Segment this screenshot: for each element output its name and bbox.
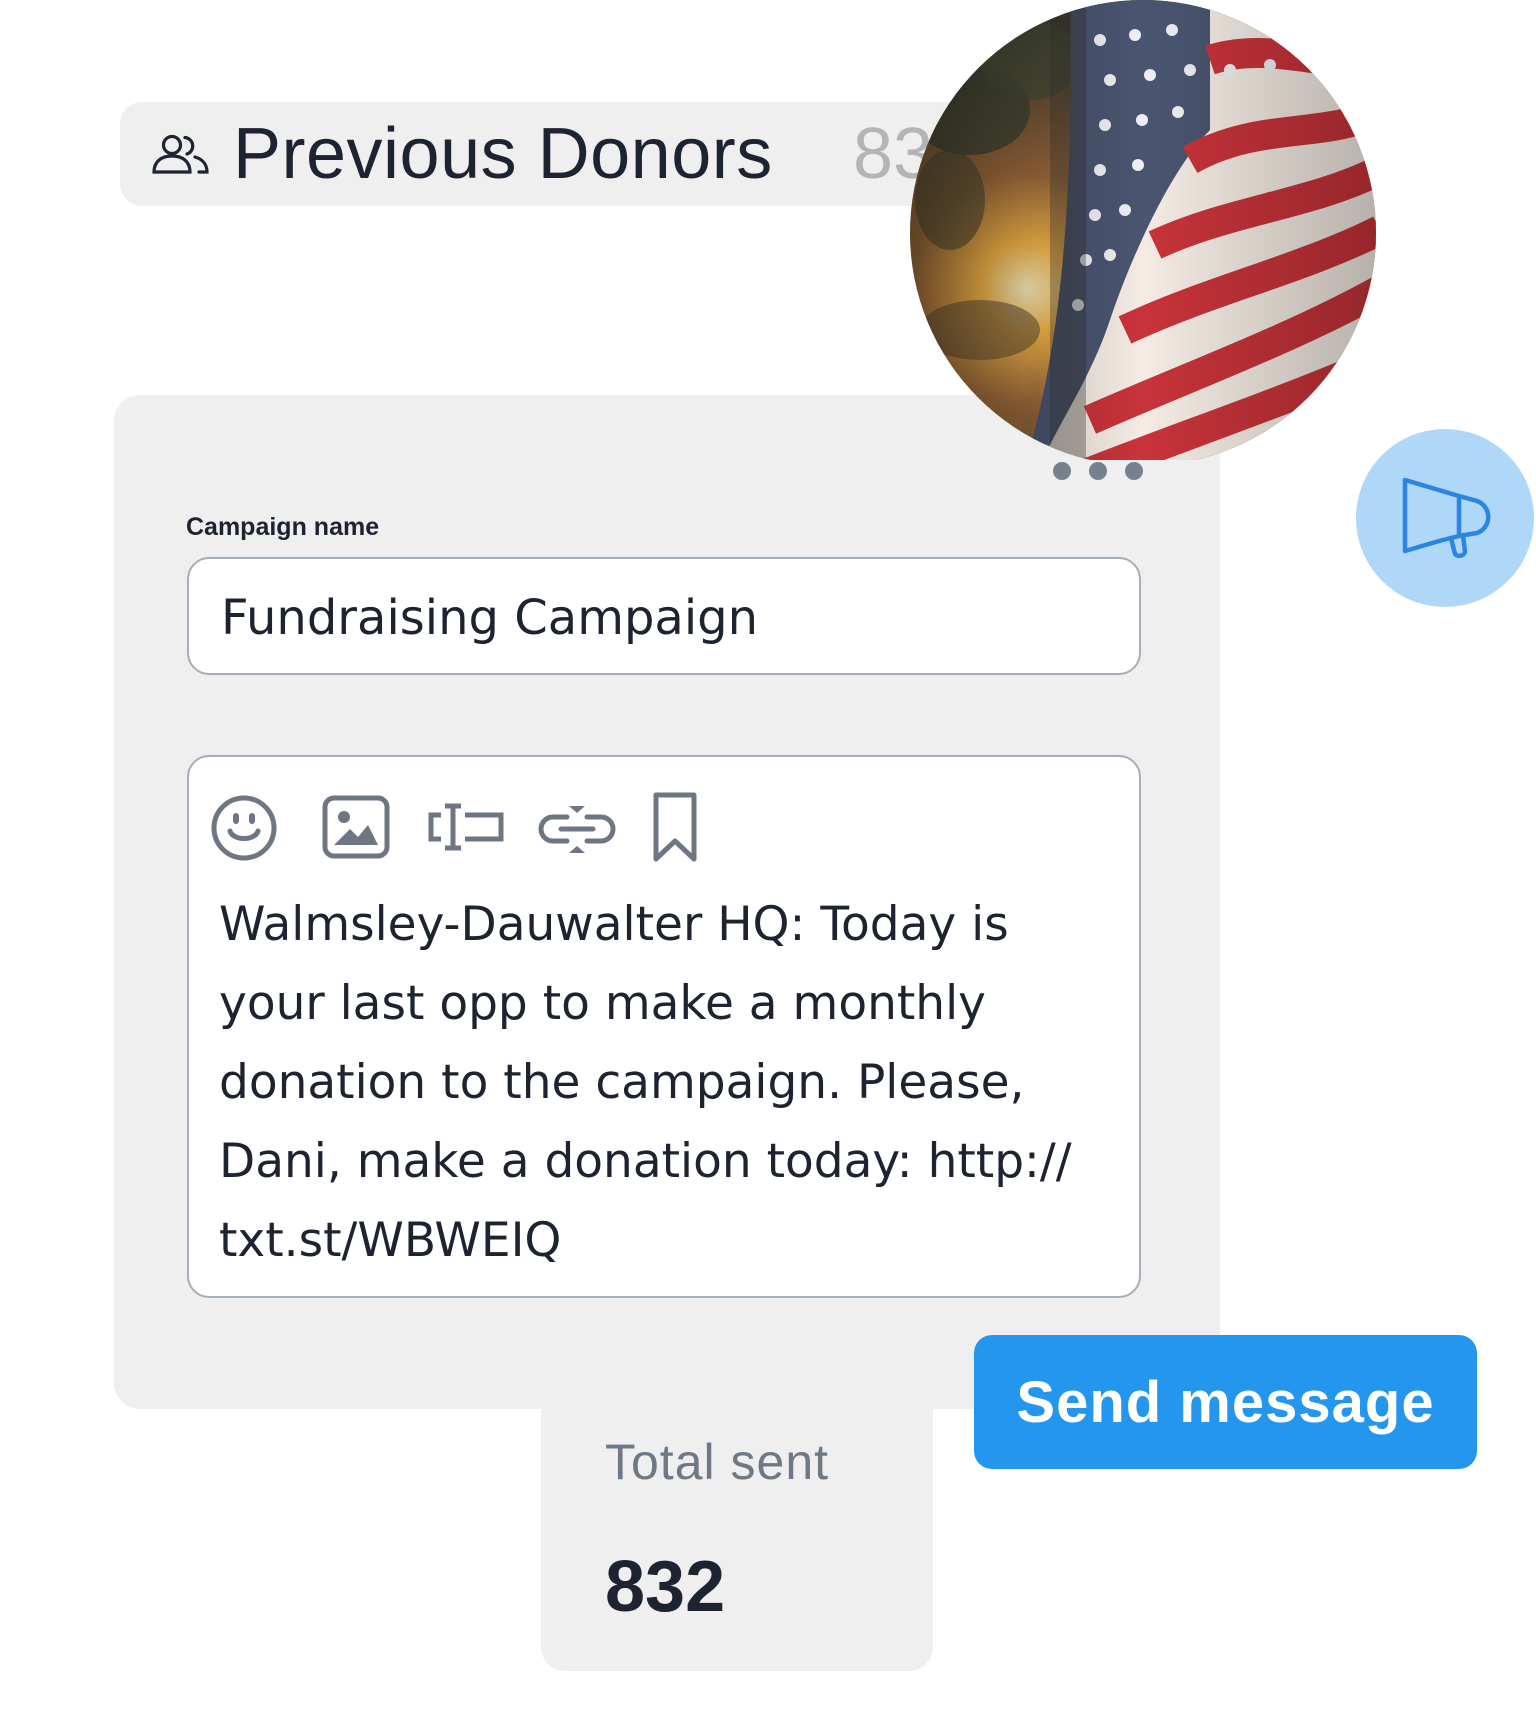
audience-pill: Previous Donors 832 bbox=[120, 102, 995, 206]
campaign-name-label: Campaign name bbox=[186, 513, 380, 541]
users-icon bbox=[152, 134, 209, 174]
megaphone-icon bbox=[1402, 477, 1491, 559]
campaign-name-input[interactable]: Fundraising Campaign bbox=[187, 557, 1141, 675]
message-editor[interactable]: Walmsley-Dauwalter HQ: Today is your las… bbox=[187, 755, 1141, 1298]
audience-title: Previous Donors bbox=[233, 114, 773, 194]
link-icon[interactable] bbox=[537, 803, 617, 855]
bookmark-icon[interactable] bbox=[651, 791, 699, 865]
campaign-card: Campaign name Fundraising Campaign Walms… bbox=[114, 395, 1220, 1409]
more-dots-icon[interactable] bbox=[1050, 459, 1150, 483]
campaign-name-value[interactable]: Fundraising Campaign bbox=[221, 589, 758, 647]
total-sent-label: Total sent bbox=[605, 1434, 830, 1490]
image-icon[interactable] bbox=[322, 795, 390, 859]
message-text[interactable]: Walmsley-Dauwalter HQ: Today is your las… bbox=[219, 885, 1119, 1280]
send-message-button[interactable]: Send message bbox=[974, 1335, 1477, 1469]
total-sent-card: Total sent 832 bbox=[541, 1409, 933, 1671]
text-field-icon[interactable] bbox=[427, 803, 505, 851]
megaphone-badge bbox=[1356, 429, 1534, 607]
emoji-icon[interactable] bbox=[209, 793, 279, 863]
american-flag-photo bbox=[910, 0, 1376, 460]
total-sent-value: 832 bbox=[605, 1547, 726, 1627]
